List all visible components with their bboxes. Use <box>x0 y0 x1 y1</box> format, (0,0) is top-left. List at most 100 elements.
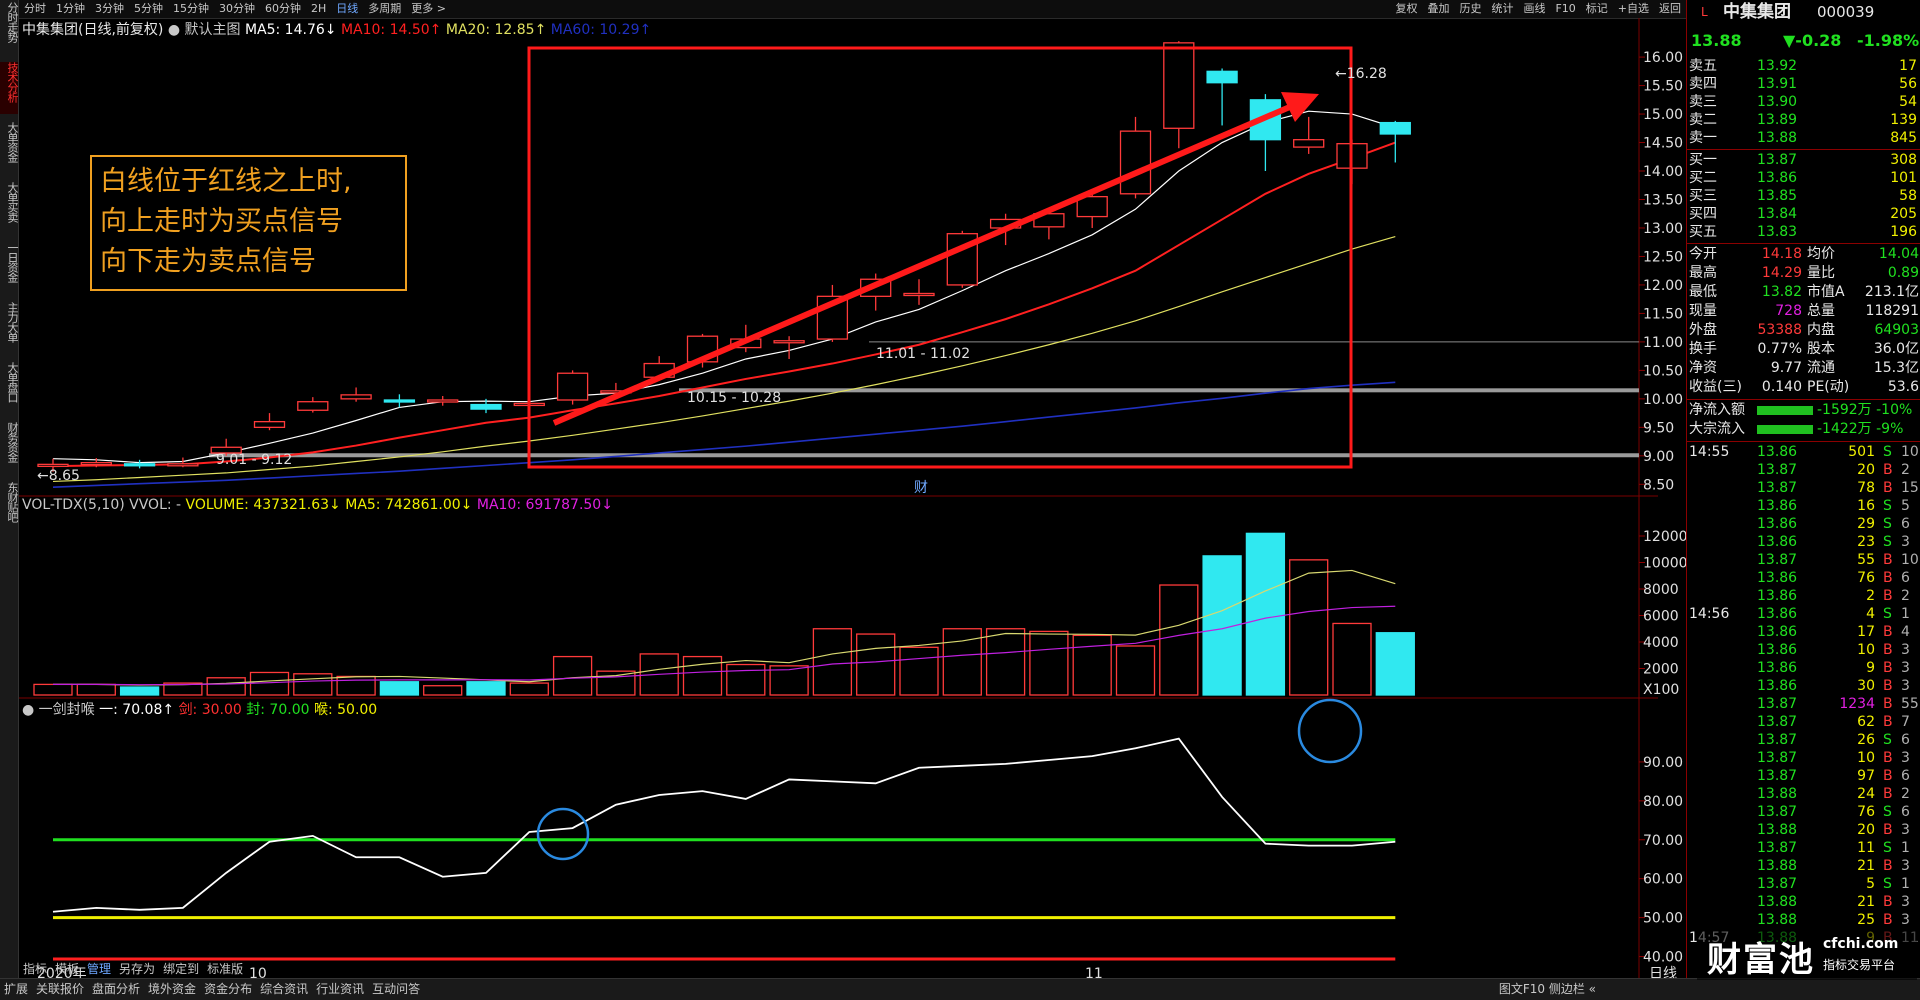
candle-body[interactable] <box>1119 130 1152 195</box>
toolbar-action-7[interactable]: +自选 <box>1613 0 1654 18</box>
left-tab-5[interactable]: 主力大单 <box>0 302 19 354</box>
candle-body[interactable] <box>297 401 329 411</box>
volume-bar[interactable] <box>856 633 896 696</box>
indicator-tab-1[interactable]: 模板 <box>51 961 83 978</box>
toolbar-action-4[interactable]: 画线 <box>1518 0 1550 18</box>
toolbar-action-6[interactable]: 标记 <box>1581 0 1613 18</box>
bid-row[interactable]: 买四 13.84 205 <box>1687 206 1920 223</box>
ask-row[interactable]: 卖三 13.90 54 <box>1687 94 1920 111</box>
volume-bar[interactable] <box>206 677 246 696</box>
sidebar-toggle[interactable]: 图文F10 侧边栏 « <box>1495 979 1600 1000</box>
volume-bar[interactable] <box>1332 622 1372 696</box>
period-tab-2[interactable]: 3分钟 <box>90 0 129 18</box>
volume-bar[interactable] <box>33 683 73 696</box>
period-tab-5[interactable]: 30分钟 <box>214 0 260 18</box>
volume-bar[interactable] <box>1245 532 1286 696</box>
toolbar-action-2[interactable]: 历史 <box>1454 0 1486 18</box>
volume-bar[interactable] <box>76 683 116 696</box>
volume-bar[interactable] <box>249 671 290 696</box>
volume-bar[interactable] <box>119 686 160 696</box>
period-tab-3[interactable]: 5分钟 <box>129 0 168 18</box>
volume-bar[interactable] <box>379 681 420 696</box>
volume-bar[interactable] <box>423 685 463 696</box>
period-tab-6[interactable]: 60分钟 <box>260 0 306 18</box>
candle-body[interactable] <box>253 420 286 428</box>
period-tab-4[interactable]: 15分钟 <box>168 0 214 18</box>
ask-row[interactable]: 卖四 13.91 56 <box>1687 76 1920 93</box>
volume-bar[interactable] <box>1072 634 1112 696</box>
ask-row[interactable]: 卖五 13.92 17 <box>1687 58 1920 75</box>
left-tab-0[interactable]: 分时走势 <box>0 2 19 54</box>
oscillator-name[interactable]: ● 一剑封喉 <box>22 702 95 718</box>
bid-row[interactable]: 买五 13.83 196 <box>1687 224 1920 241</box>
bottom-tab-4[interactable]: 资金分布 <box>200 979 256 1000</box>
candle-body[interactable] <box>123 463 156 467</box>
candle-body[interactable] <box>773 340 805 344</box>
indicator-tab-3[interactable]: 另存为 <box>115 961 159 978</box>
left-tab-6[interactable]: 大单盘口 <box>0 362 19 414</box>
bid-row[interactable]: 买二 13.86 101 <box>1687 170 1920 187</box>
candle-body[interactable] <box>556 372 589 401</box>
quote-header[interactable]: L 中集集团 000039 <box>1687 4 1920 26</box>
indicator-tab-0[interactable]: 指标 <box>19 961 51 978</box>
left-tab-3[interactable]: 大单买卖 <box>0 182 19 234</box>
bottom-tab-0[interactable]: 扩展 <box>0 979 32 1000</box>
left-tab-2[interactable]: 大单资金 <box>0 122 19 174</box>
indicator-tab-4[interactable]: 绑定到 <box>159 961 203 978</box>
candle-body[interactable] <box>80 462 112 466</box>
volume-bar[interactable] <box>1115 645 1156 696</box>
volume-bar[interactable] <box>726 663 766 696</box>
bid-row[interactable]: 买一 13.87 308 <box>1687 152 1920 169</box>
volume-bar[interactable] <box>812 628 853 696</box>
candle-body[interactable] <box>1206 70 1238 84</box>
period-tab-1[interactable]: 1分钟 <box>51 0 90 18</box>
bid-row[interactable]: 买三 13.85 58 <box>1687 188 1920 205</box>
volume-bar[interactable] <box>899 646 939 696</box>
candle-body[interactable] <box>383 399 416 403</box>
volume-indicator-name[interactable]: VOL-TDX(5,10) VVOL: - <box>22 497 181 513</box>
volume-bar[interactable] <box>293 673 333 696</box>
candle-body[interactable] <box>1163 42 1195 129</box>
volume-bar[interactable] <box>509 682 549 696</box>
volume-bar[interactable] <box>682 655 723 696</box>
candle-body[interactable] <box>37 463 69 468</box>
candle-body[interactable] <box>340 394 372 400</box>
bottom-tab-6[interactable]: 行业资讯 <box>312 979 368 1000</box>
volume-bar[interactable] <box>1375 632 1415 696</box>
period-tab-7[interactable]: 2H <box>306 0 331 18</box>
period-tab-10[interactable]: 更多 > <box>406 0 451 18</box>
volume-bar[interactable] <box>985 628 1026 696</box>
ask-row[interactable]: 卖一 13.88 845 <box>1687 130 1920 147</box>
left-tab-8[interactable]: 东财贴吧 <box>0 482 19 534</box>
candle-body[interactable] <box>427 399 459 403</box>
main-chart-title[interactable]: 中集集团(日线,前复权) <box>22 22 163 38</box>
period-tab-8[interactable]: 日线 <box>331 0 363 18</box>
left-tab-1[interactable]: 技术分析 <box>0 62 19 114</box>
candle-body[interactable] <box>470 403 502 410</box>
bottom-tab-5[interactable]: 综合资讯 <box>256 979 312 1000</box>
bottom-tab-1[interactable]: 关联报价 <box>32 979 88 1000</box>
toolbar-action-0[interactable]: 复权 <box>1390 0 1422 18</box>
volume-bar[interactable] <box>552 655 593 696</box>
indicator-tab-2[interactable]: 管理 <box>83 961 115 978</box>
ask-row[interactable]: 卖二 13.89 139 <box>1687 112 1920 129</box>
toolbar-action-5[interactable]: F10 <box>1550 0 1580 18</box>
volume-bar[interactable] <box>1289 559 1329 696</box>
candle-body[interactable] <box>1293 139 1325 148</box>
period-tab-9[interactable]: 多周期 <box>363 0 406 18</box>
left-tab-7[interactable]: 财务资金 <box>0 422 19 474</box>
volume-bar[interactable] <box>1159 584 1199 696</box>
volume-bar[interactable] <box>466 681 506 696</box>
left-tab-4[interactable]: 一日资金 <box>0 242 19 294</box>
volume-bar[interactable] <box>596 670 636 696</box>
toolbar-action-8[interactable]: 返回 <box>1654 0 1686 18</box>
candle-body[interactable] <box>1076 195 1108 218</box>
indicator-selector[interactable]: ● 默认主图 <box>168 22 241 38</box>
volume-bar[interactable] <box>1029 630 1069 696</box>
candle-body[interactable] <box>1379 121 1411 135</box>
toolbar-action-3[interactable]: 统计 <box>1486 0 1518 18</box>
candle-body[interactable] <box>167 463 199 467</box>
indicator-tab-5[interactable]: 标准版 <box>203 961 247 978</box>
bottom-tab-7[interactable]: 互动问答 <box>368 979 424 1000</box>
bottom-tab-2[interactable]: 盘面分析 <box>88 979 144 1000</box>
